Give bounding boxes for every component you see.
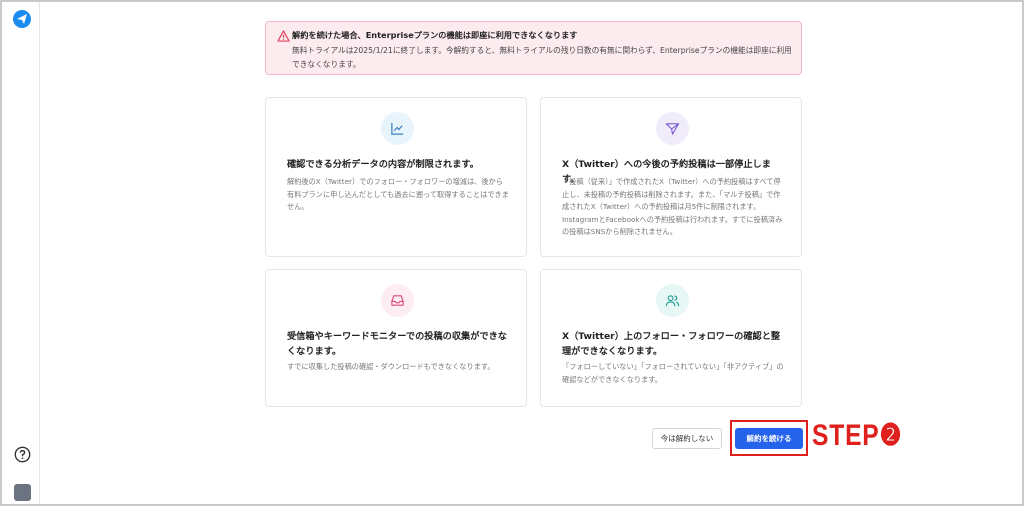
users-icon-bubble: [656, 284, 689, 317]
alert-title: 解約を続けた場合、Enterpriseプランの機能は即座に利用できなくなります: [292, 30, 578, 40]
card-title: X（Twitter）上のフォロー・フォロワーの確認と整理ができなくなります。: [562, 331, 781, 357]
card-description: 解約後のX（Twitter）でのフォロー・フォロワーの増減は、後から有料プランに…: [287, 177, 509, 211]
card-description: 「投稿（従来）」で作成されたX（Twitter）への予約投稿はすべて停止し、未投…: [562, 177, 783, 236]
sidebar: [2, 2, 40, 504]
app-logo-icon[interactable]: [12, 9, 32, 29]
card-title: 受信箱やキーワードモニターでの投稿の収集ができなくなります。: [287, 331, 507, 357]
card-follow-management: X（Twitter）上のフォロー・フォロワーの確認と整理ができなくなります。 「…: [540, 269, 802, 407]
card-inbox: 受信箱やキーワードモニターでの投稿の収集ができなくなります。 すでに収集した投稿…: [265, 269, 527, 407]
avatar[interactable]: [14, 484, 31, 501]
send-icon: [665, 123, 680, 135]
card-analytics: 確認できる分析データの内容が制限されます。 解約後のX（Twitter）でのフォ…: [265, 97, 527, 257]
analytics-icon-bubble: [381, 112, 414, 145]
inbox-icon-bubble: [381, 284, 414, 317]
warning-alert: 解約を続けた場合、Enterpriseプランの機能は即座に利用できなくなります …: [265, 21, 802, 75]
scheduled-icon-bubble: [656, 112, 689, 145]
alert-body: 無料トライアルは2025/1/21に終了します。今解約すると、無料トライアルの残…: [292, 46, 792, 69]
step-annotation: STEP❷: [812, 419, 903, 452]
users-icon: [665, 295, 680, 307]
line-chart-icon: [391, 122, 404, 135]
continue-cancellation-button[interactable]: 解約を続ける: [735, 428, 803, 449]
warning-icon: [277, 30, 290, 42]
card-description: すでに収集した投稿の確認・ダウンロードもできなくなります。: [287, 362, 495, 371]
help-icon[interactable]: [14, 446, 31, 463]
inbox-icon: [391, 295, 404, 306]
keep-subscription-button[interactable]: 今は解約しない: [652, 428, 722, 449]
card-title: 確認できる分析データの内容が制限されます。: [287, 159, 479, 170]
card-description: 「フォローしていない」「フォローされていない」「非アクティブ」の確認などができな…: [562, 362, 784, 384]
card-scheduled-posts: X（Twitter）への今後の予約投稿は一部停止します。 「投稿（従来）」で作成…: [540, 97, 802, 257]
